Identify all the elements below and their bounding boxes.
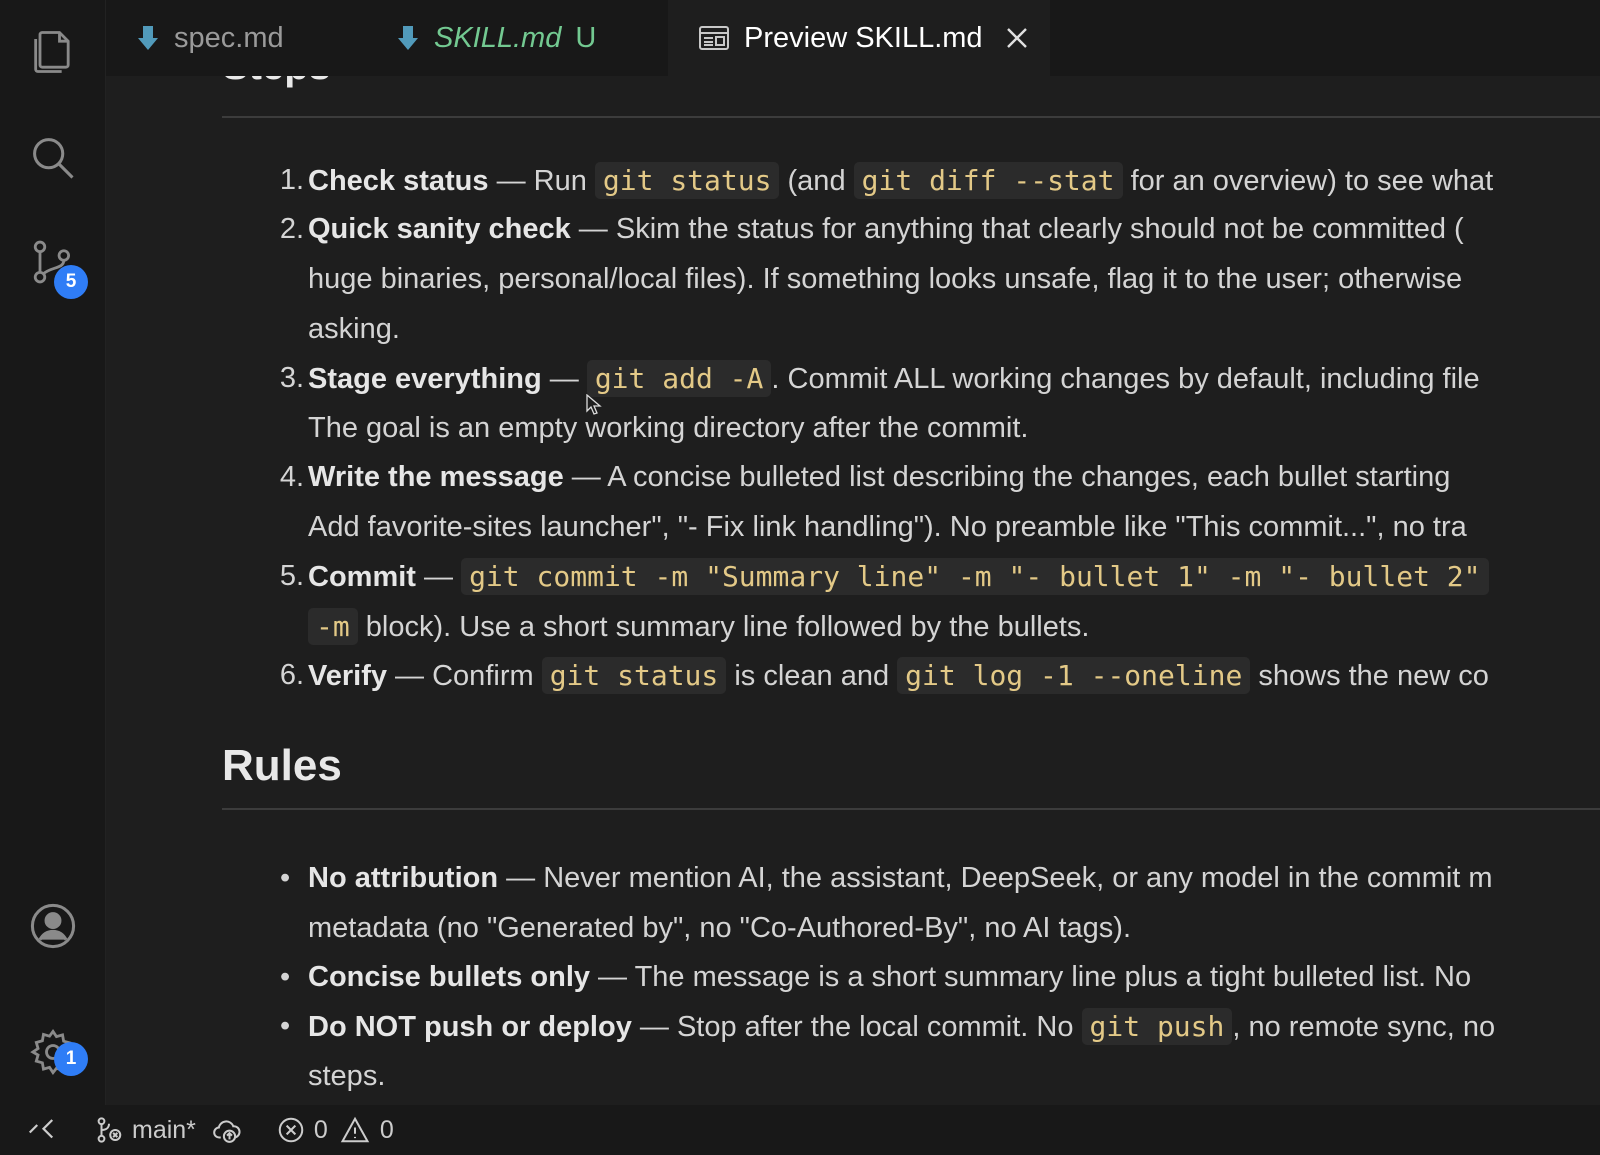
- settings-badge: 1: [54, 1042, 88, 1076]
- search-button[interactable]: [0, 118, 106, 198]
- list-item: 2. Quick sanity check — Skim the status …: [279, 213, 1464, 245]
- list-item-continuation: metadata (no "Generated by", no "Co-Auth…: [308, 912, 1132, 944]
- tab-spec-md[interactable]: spec.md: [136, 0, 366, 76]
- heading-divider: [222, 116, 1600, 118]
- warning-icon: [340, 1116, 370, 1143]
- sync-button[interactable]: [212, 1115, 242, 1145]
- tab-skill-md[interactable]: SKILL.md U: [396, 0, 656, 76]
- list-item-continuation: steps.: [308, 1060, 386, 1092]
- inline-code: git log -1 --oneline: [897, 657, 1251, 694]
- list-item-continuation: huge binaries, personal/local files). If…: [308, 263, 1463, 295]
- warning-count: 0: [379, 1115, 394, 1144]
- list-item-continuation: Add favorite-sites launcher", "- Fix lin…: [308, 511, 1467, 543]
- list-item-continuation: -m block). Use a short summary line foll…: [308, 602, 1089, 653]
- untracked-status: U: [575, 21, 597, 54]
- branch-name: main*: [132, 1115, 196, 1144]
- remote-icon: [28, 1119, 54, 1139]
- list-item: • Do NOT push or deploy — Stop after the…: [280, 1008, 1496, 1045]
- error-icon: [278, 1117, 304, 1143]
- steps-heading: Steps: [222, 76, 331, 96]
- list-item: • Concise bullets only — The message is …: [280, 961, 1472, 993]
- inline-code: git diff --stat: [853, 162, 1123, 199]
- inline-code: git commit -m "Summary line" -m "- bulle…: [461, 558, 1489, 595]
- problems-indicator[interactable]: 0 0: [276, 1115, 394, 1145]
- rules-heading: Rules: [222, 741, 342, 790]
- manage-button[interactable]: 1: [0, 1012, 106, 1092]
- list-item: 5. Commit — git commit -m "Summary line"…: [280, 552, 1489, 603]
- list-item: 3. Stage everything — git add -A. Commit…: [279, 360, 1480, 397]
- list-item: • No attribution — Never mention AI, the…: [280, 862, 1493, 894]
- error-count: 0: [313, 1115, 328, 1144]
- git-branch-icon: [97, 1117, 122, 1143]
- accounts-button[interactable]: [0, 886, 106, 966]
- markdown-file-icon: [136, 24, 160, 52]
- cloud-upload-icon: [213, 1120, 241, 1143]
- status-bar: main* 0 0: [0, 1105, 1600, 1155]
- inline-code: -m: [308, 608, 358, 645]
- tab-label: spec.md: [174, 21, 284, 54]
- list-item-continuation: The goal is an empty working directory a…: [308, 412, 1029, 444]
- markdown-preview: Steps 1. Check status — Run git status (…: [106, 76, 1600, 1105]
- explorer-button[interactable]: [0, 12, 106, 92]
- activity-bar: 5 1: [0, 0, 106, 1105]
- mouse-cursor-icon: [586, 394, 602, 415]
- files-icon: [34, 31, 70, 73]
- source-control-button[interactable]: 5: [0, 222, 106, 302]
- branch-indicator[interactable]: main*: [94, 1115, 196, 1145]
- search-icon: [33, 138, 74, 179]
- heading-divider: [222, 808, 1600, 810]
- list-item-continuation: asking.: [308, 313, 400, 345]
- source-control-badge: 5: [54, 265, 88, 299]
- remote-indicator[interactable]: [26, 1115, 56, 1145]
- markdown-file-icon: [396, 24, 420, 52]
- tab-preview-skill-md[interactable]: Preview SKILL.md: [668, 0, 1050, 76]
- inline-code: git status: [541, 657, 727, 694]
- list-item: 4. Write the message — A concise bullete…: [279, 461, 1451, 493]
- tab-label: SKILL.md: [434, 21, 562, 54]
- inline-code: git add -A: [586, 360, 772, 397]
- tab-label: Preview SKILL.md: [744, 21, 983, 54]
- close-icon[interactable]: [1005, 26, 1029, 50]
- preview-icon: [698, 24, 730, 52]
- list-item: 1. Check status — Run git status (and gi…: [279, 162, 1494, 199]
- tab-bar: spec.md SKILL.md U Preview SKILL.md: [106, 0, 1600, 76]
- list-item: 6. Verify — Confirm git status is clean …: [279, 657, 1489, 694]
- inline-code: git push: [1081, 1008, 1233, 1045]
- account-icon: [30, 903, 76, 949]
- inline-code: git status: [594, 162, 780, 199]
